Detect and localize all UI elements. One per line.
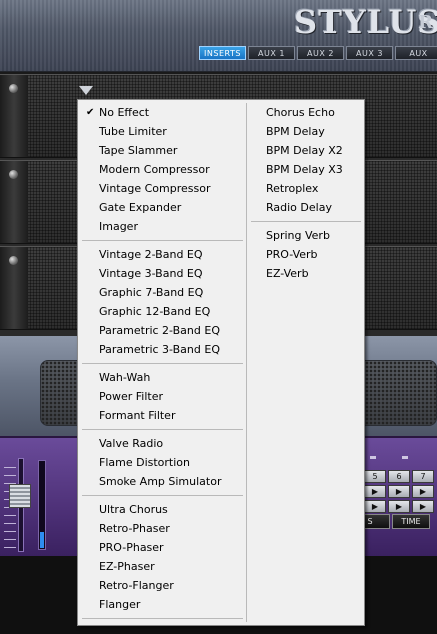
menu-item-parametric-3-band-eq[interactable]: Parametric 3-Band EQ [78,340,246,359]
stylus-logo-suffix: R [418,12,433,33]
effect-context-menu: ✔ No Effect Tube Limiter Tape Slammer Mod… [77,99,365,626]
menu-item-vintage-3-band-eq[interactable]: Vintage 3-Band EQ [78,264,246,283]
tab-aux-1[interactable]: AUX 1 [248,46,295,60]
menu-item-valve-radio[interactable]: Valve Radio [78,434,246,453]
indicator-led [370,456,376,459]
dropdown-arrow-icon[interactable] [79,86,93,95]
level-meter-fill [40,532,44,548]
menu-item-retro-flanger[interactable]: Retro-Flanger [78,576,246,595]
menu-item-tape-slammer[interactable]: Tape Slammer [78,141,246,160]
menu-item-pro-verb[interactable]: PRO-Verb [247,245,364,264]
play-button[interactable]: ▶ [412,500,434,513]
menu-item-smoke-amp-simulator[interactable]: Smoke Amp Simulator [78,472,246,491]
menu-item-tube-limiter[interactable]: Tube Limiter [78,122,246,141]
menu-separator [78,425,246,434]
menu-item-label: No Effect [99,106,150,119]
play-button[interactable]: ▶ [364,500,386,513]
menu-item-parametric-2-band-eq[interactable]: Parametric 2-Band EQ [78,321,246,340]
menu-item-pro-phaser[interactable]: PRO-Phaser [78,538,246,557]
checkmark-icon: ✔ [86,107,95,118]
menu-item-ultra-chorus[interactable]: Ultra Chorus [78,500,246,519]
tab-aux-4[interactable]: AUX [395,46,437,60]
screw-icon [9,256,18,265]
tab-aux-2[interactable]: AUX 2 [297,46,344,60]
time-button[interactable]: TIME [392,514,430,529]
menu-item-no-effect[interactable]: ✔ No Effect [78,103,246,122]
menu-item-bpm-delay[interactable]: BPM Delay [247,122,364,141]
menu-item-ez-verb[interactable]: EZ-Verb [247,264,364,283]
menu-item-vintage-2-band-eq[interactable]: Vintage 2-Band EQ [78,245,246,264]
play-button[interactable]: ▶ [388,485,410,498]
menu-item-graphic-7-band-eq[interactable]: Graphic 7-Band EQ [78,283,246,302]
volume-fader-handle[interactable] [9,484,31,508]
menu-separator [78,491,246,500]
menu-item-graphic-12-band-eq[interactable]: Graphic 12-Band EQ [78,302,246,321]
menu-separator [78,236,246,245]
menu-item-bpm-delay-x2[interactable]: BPM Delay X2 [247,141,364,160]
menu-item-vintage-compressor[interactable]: Vintage Compressor [78,179,246,198]
menu-separator [78,614,246,623]
tab-inserts[interactable]: INSERTS [199,46,246,60]
menu-item-modern-compressor[interactable]: Modern Compressor [78,160,246,179]
fx-tab-bar: INSERTS AUX 1 AUX 2 AUX 3 AUX [199,46,437,60]
menu-column-right: Chorus Echo BPM Delay BPM Delay X2 BPM D… [246,103,364,622]
play-button[interactable]: ▶ [388,500,410,513]
menu-item-flanger[interactable]: Flanger [78,595,246,614]
screw-icon [9,170,18,179]
stylus-logo: STYLUS [294,3,437,41]
menu-item-ez-phaser[interactable]: EZ-Phaser [78,557,246,576]
menu-item-flame-distortion[interactable]: Flame Distortion [78,453,246,472]
tab-aux-3[interactable]: AUX 3 [346,46,393,60]
slice-button-grid: 5 6 7 ▶ ▶ ▶ ▶ ▶ ▶ [364,470,434,513]
menu-separator [78,359,246,368]
num-button-7[interactable]: 7 [412,470,434,483]
menu-item-retro-phaser[interactable]: Retro-Phaser [78,519,246,538]
menu-separator [247,217,364,226]
play-button[interactable]: ▶ [412,485,434,498]
menu-item-retroplex[interactable]: Retroplex [247,179,364,198]
menu-item-bpm-delay-x3[interactable]: BPM Delay X3 [247,160,364,179]
menu-item-imager[interactable]: Imager [78,217,246,236]
menu-item-spring-verb[interactable]: Spring Verb [247,226,364,245]
level-meter [38,460,46,550]
indicator-led [402,456,408,459]
play-button[interactable]: ▶ [364,485,386,498]
menu-item-power-filter[interactable]: Power Filter [78,387,246,406]
menu-item-wah-wah[interactable]: Wah-Wah [78,368,246,387]
menu-item-formant-filter[interactable]: Formant Filter [78,406,246,425]
indicator-row [370,456,408,459]
menu-item-chorus-echo[interactable]: Chorus Echo [247,103,364,122]
num-button-6[interactable]: 6 [388,470,410,483]
menu-column-left: ✔ No Effect Tube Limiter Tape Slammer Mod… [78,103,246,623]
menu-item-gate-expander[interactable]: Gate Expander [78,198,246,217]
menu-item-radio-delay[interactable]: Radio Delay [247,198,364,217]
num-button-5[interactable]: 5 [364,470,386,483]
screw-icon [9,84,18,93]
plugin-header: STYLUS R INSERTS AUX 1 AUX 2 AUX 3 AUX [0,0,437,72]
